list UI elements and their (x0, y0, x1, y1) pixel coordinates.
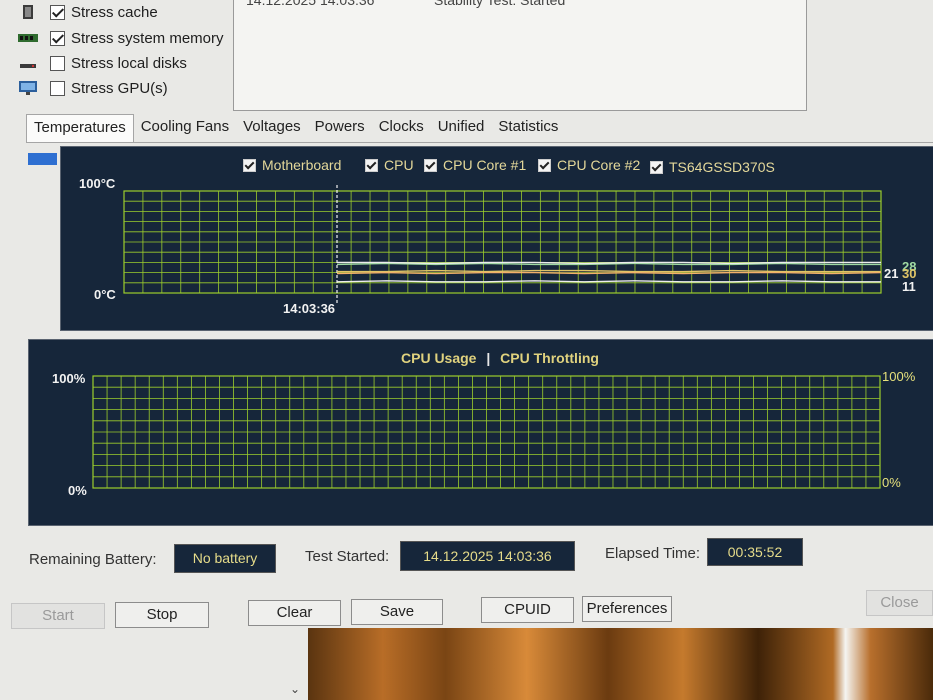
preferences-button[interactable]: Preferences (582, 596, 672, 622)
test-started-label: Test Started: (305, 548, 390, 565)
usage-chart (92, 375, 881, 489)
test-started-value: 14.12.2025 14:03:36 (400, 541, 575, 571)
battery-value: No battery (174, 544, 276, 573)
start-button[interactable]: Start (11, 603, 105, 629)
stop-button[interactable]: Stop (115, 602, 209, 628)
desktop-wallpaper (308, 628, 933, 700)
battery-label: Remaining Battery: (29, 551, 157, 568)
chevron-down-icon[interactable]: ⌄ (290, 682, 300, 696)
cpuid-button[interactable]: CPUID (481, 597, 574, 623)
clear-button[interactable]: Clear (248, 600, 341, 626)
close-button[interactable]: Close (866, 590, 933, 616)
elapsed-time-value: 00:35:52 (707, 538, 803, 566)
save-button[interactable]: Save (351, 599, 443, 625)
elapsed-time-label: Elapsed Time: (605, 545, 701, 562)
